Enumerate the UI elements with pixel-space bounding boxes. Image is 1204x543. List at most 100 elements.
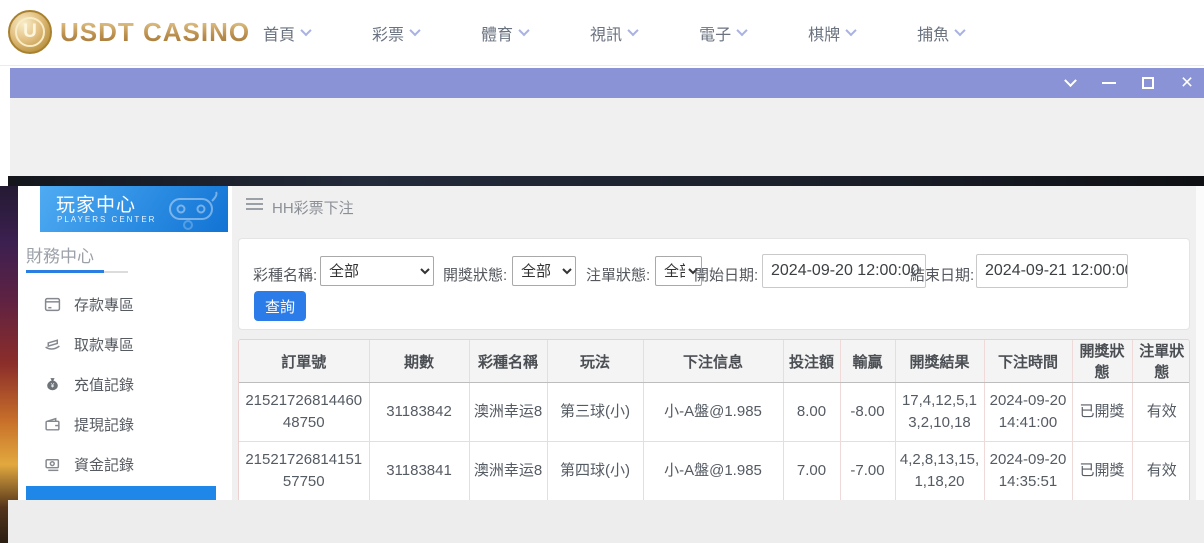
sidebar-item-withdraw[interactable]: 取款專區: [18, 324, 232, 364]
cell-bet-info: 小-A盤@1.985: [643, 442, 783, 501]
cell-period: 31183841: [369, 442, 469, 501]
nav-item-slots[interactable]: 電子: [699, 21, 746, 45]
lottery-name-label: 彩種名稱:: [253, 264, 317, 285]
nav-item-lottery[interactable]: 彩票: [372, 21, 419, 45]
coin-letter: U: [15, 17, 45, 47]
withdraw-icon: [44, 336, 61, 353]
cell-lottery-name: 澳洲幸运8: [469, 442, 547, 501]
search-button[interactable]: 查詢: [254, 291, 306, 321]
end-date-input[interactable]: [976, 254, 1128, 288]
gamepad-icon: [164, 191, 222, 231]
finance-center-section-title: 財務中心: [26, 242, 94, 267]
nav-item-live-video[interactable]: 視訊: [590, 21, 637, 45]
col-bet-info: 下注信息: [643, 340, 783, 383]
cell-bet-time: 2024-09-20 14:35:51: [984, 442, 1072, 501]
window-maximize-button[interactable]: [1140, 75, 1156, 91]
sidebar-item-label: 取款專區: [74, 334, 134, 355]
filter-panel: 彩種名稱: 全部 開獎狀態: 全部 注單狀態: 全部 開始日期: 結束日期: 查…: [238, 238, 1190, 330]
players-center-header: 玩家中心 PLAYERS CENTER: [40, 186, 228, 232]
window-close-button[interactable]: ×: [1179, 75, 1195, 91]
chevron-down-icon: [409, 24, 420, 35]
players-center-title: 玩家中心: [56, 190, 136, 217]
col-win-loss: 輸贏: [840, 340, 895, 383]
sidebar-menu: 存款專區 取款專區 ¥ 充值記錄 提現記錄 資金記錄: [18, 284, 232, 484]
coin-icon: U: [8, 10, 52, 54]
sidebar-item-label: 充值記錄: [74, 374, 134, 395]
deposit-icon: [44, 296, 61, 313]
lottery-name-select[interactable]: 全部: [320, 256, 434, 286]
cell-bet-amount: 7.00: [783, 442, 840, 501]
cell-win-loss: -8.00: [840, 383, 895, 442]
minimize-icon: [1102, 82, 1116, 84]
chevron-down-icon: [627, 24, 638, 35]
menu-toggle-icon[interactable]: [246, 198, 263, 211]
sidebar-item-label: 提現記錄: [74, 414, 134, 435]
brand-logo[interactable]: U USDT CASINO: [8, 10, 250, 54]
sidebar-item-recharge-records[interactable]: ¥ 充值記錄: [18, 364, 232, 404]
chevron-down-icon: [736, 24, 747, 35]
start-date-input[interactable]: [762, 254, 926, 288]
nav-item-label: 視訊: [590, 21, 622, 45]
cell-play-type: 第三球(小): [547, 383, 643, 442]
cell-lottery-name: 澳洲幸运8: [469, 383, 547, 442]
nav-item-label: 捕魚: [917, 21, 949, 45]
col-period: 期數: [369, 340, 469, 383]
cell-play-type: 第四球(小): [547, 442, 643, 501]
nav-item-sports[interactable]: 體育: [481, 21, 528, 45]
chevron-down-icon: [1064, 74, 1077, 87]
nav-item-label: 體育: [481, 21, 513, 45]
background-image-strip: [0, 186, 18, 543]
sidebar-item-label: 存款專區: [74, 294, 134, 315]
nav-item-label: 棋牌: [808, 21, 840, 45]
end-date-label: 結束日期:: [910, 264, 974, 285]
cell-order-number: 2152172681415157750: [239, 442, 369, 501]
nav-item-label: 電子: [699, 21, 731, 45]
background-dark-strip: [8, 176, 1204, 186]
start-date-label: 開始日期:: [694, 264, 758, 285]
bottom-bar: [8, 500, 1204, 543]
window-collapse-button[interactable]: [1062, 75, 1078, 91]
sidebar-item-withdrawal-records[interactable]: 提現記錄: [18, 404, 232, 444]
cell-order-status: 有效: [1132, 383, 1190, 442]
bets-table-panel: 訂單號 期數 彩種名稱 玩法 下注信息 投注額 輸贏 開獎結果 下注時間 開獎狀…: [238, 339, 1190, 502]
brand-name: USDT CASINO: [60, 17, 250, 48]
cell-bet-time: 2024-09-20 14:41:00: [984, 383, 1072, 442]
main-nav: 首頁 彩票 體育 視訊 電子 棋牌 捕魚: [263, 0, 964, 66]
nav-item-fishing[interactable]: 捕魚: [917, 21, 964, 45]
col-draw-result: 開獎結果: [895, 340, 984, 383]
section-underline: [104, 271, 128, 273]
col-play-type: 玩法: [547, 340, 643, 383]
cell-draw-result: 4,2,8,13,15,1,18,20: [895, 442, 984, 501]
cell-draw-result: 17,4,12,5,13,2,10,18: [895, 383, 984, 442]
right-margin: [1196, 186, 1204, 500]
cell-draw-status: 已開獎: [1072, 442, 1132, 501]
table-row: 2152172681415157750 31183841 澳洲幸运8 第四球(小…: [239, 442, 1190, 501]
chevron-down-icon: [300, 24, 311, 35]
col-draw-status: 開獎狀態: [1072, 340, 1132, 383]
cell-win-loss: -7.00: [840, 442, 895, 501]
cell-bet-info: 小-A盤@1.985: [643, 383, 783, 442]
cell-period: 31183842: [369, 383, 469, 442]
draw-status-select[interactable]: 全部: [512, 256, 576, 286]
recharge-record-icon: ¥: [44, 376, 61, 393]
chevron-down-icon: [518, 24, 529, 35]
window-minimize-button[interactable]: [1101, 75, 1117, 91]
nav-item-home[interactable]: 首頁: [263, 21, 310, 45]
window-controls: ×: [1062, 68, 1195, 98]
table-row: 2152172681446048750 31183842 澳洲幸运8 第三球(小…: [239, 383, 1190, 442]
players-center-subtitle: PLAYERS CENTER: [57, 215, 156, 224]
chevron-down-icon: [954, 24, 965, 35]
withdrawal-record-icon: [44, 416, 61, 433]
col-order-status: 注單狀態: [1132, 340, 1190, 383]
nav-item-label: 彩票: [372, 21, 404, 45]
window-title-bar: ×: [10, 68, 1204, 98]
page-title: HH彩票下注: [272, 197, 354, 218]
sidebar-item-deposit[interactable]: 存款專區: [18, 284, 232, 324]
table-header-row: 訂單號 期數 彩種名稱 玩法 下注信息 投注額 輸贏 開獎結果 下注時間 開獎狀…: [239, 340, 1190, 383]
funds-record-icon: [44, 456, 61, 473]
sidebar-item-funds-records[interactable]: 資金記錄: [18, 444, 232, 484]
top-nav-bar: U USDT CASINO 首頁 彩票 體育 視訊 電子 棋牌 捕魚: [0, 0, 1204, 66]
maximize-icon: [1142, 77, 1154, 89]
nav-item-board-games[interactable]: 棋牌: [808, 21, 855, 45]
cell-bet-amount: 8.00: [783, 383, 840, 442]
